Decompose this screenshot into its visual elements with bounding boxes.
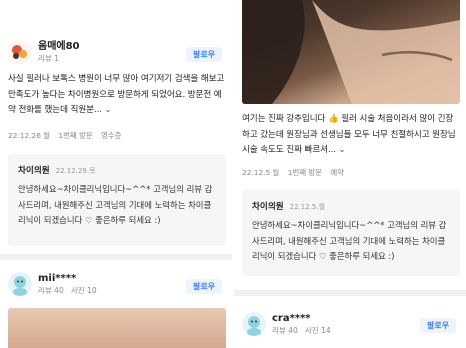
reviewer-name[interactable]: cra****: [272, 313, 331, 325]
reply-date: 22.12.5.월: [289, 203, 326, 211]
owner-reply: 차이의원 22.12.5.월 안녕하세요~차이클리닉입니다~^^* 고객님의 리…: [242, 190, 460, 276]
reviewer-stats: 리뷰 1: [38, 53, 59, 63]
reply-author: 차이의원: [18, 166, 50, 176]
photo-count: 사진 10: [70, 285, 97, 295]
avatar[interactable]: [8, 272, 32, 296]
review-body: 사실 필러나 보톡스 병원이 너무 많아 여기저기 검색을 해보고 만족도가 높…: [8, 74, 225, 115]
section-divider: [0, 254, 232, 260]
photo-shading: [242, 0, 460, 104]
receipt-badge: 영수증: [101, 131, 122, 140]
review-body: 여기는 진짜 강추입니다 👍 필러 시술 처음이라서 많이 긴장하고 갔는데 원…: [242, 114, 456, 155]
reviewer-stats: 리뷰 40 사진 14: [272, 325, 331, 336]
reply-date: 22.12.29.목: [55, 167, 96, 175]
review-date: 22.12.26 월: [8, 131, 51, 140]
chevron-down-icon[interactable]: ⌄: [105, 105, 112, 115]
section-divider: [234, 290, 466, 296]
right-review-column: 여기는 진짜 강추입니다 👍 필러 시술 처음이라서 많이 긴장하고 갔는데 원…: [234, 0, 466, 348]
reviewer-profile[interactable]: 음매에80 리뷰 1: [8, 40, 80, 64]
owner-reply: 차이의원 22.12.29.목 안녕하세요~차이클리닉입니다~^^* 고객님의 …: [8, 154, 226, 246]
reply-author: 차이의원: [252, 202, 284, 212]
chevron-down-icon[interactable]: ⌄: [339, 145, 346, 155]
follow-button[interactable]: 팔로우: [186, 47, 223, 62]
review-count: 리뷰 40: [38, 285, 64, 295]
review-text[interactable]: 여기는 진짜 강추입니다 👍 필러 시술 처음이라서 많이 긴장하고 갔는데 원…: [242, 112, 460, 160]
avatar[interactable]: [242, 312, 266, 336]
avatar[interactable]: [8, 40, 32, 64]
review-count: 리뷰 40: [272, 325, 298, 335]
photo-count: 사진 14: [304, 325, 331, 335]
reviewer-profile[interactable]: mii**** 리뷰 40 사진 10: [8, 272, 97, 296]
review-photo[interactable]: [242, 0, 460, 104]
visit-count: 1번째 방문: [287, 168, 322, 177]
visit-count: 1번째 방문: [58, 131, 93, 140]
follow-button[interactable]: 팔로우: [186, 279, 223, 294]
reservation-badge: 예약: [330, 168, 344, 177]
reviewer-name[interactable]: 음매에80: [38, 41, 80, 53]
review-text[interactable]: 사실 필러나 보톡스 병원이 너무 많아 여기저기 검색을 해보고 만족도가 높…: [8, 72, 226, 120]
reply-text: 안녕하세요~차이클리닉입니다~^^* 고객님의 리뷰 감사드리며, 내원해주신 …: [252, 220, 447, 261]
reviewer-name[interactable]: mii****: [38, 273, 97, 285]
reviewer-profile[interactable]: cra**** 리뷰 40 사진 14: [242, 312, 331, 336]
follow-button[interactable]: 팔로우: [420, 318, 457, 333]
review-meta: 22.12.5 월 1번째 방문 예약: [242, 167, 350, 178]
review-date: 22.12.5 월: [242, 168, 280, 177]
review-photo[interactable]: [8, 308, 226, 348]
review-meta: 22.12.26 월 1번째 방문 영수증: [8, 130, 127, 141]
reviewer-stats: 리뷰 40 사진 10: [38, 285, 97, 296]
reply-text: 안녕하세요~차이클리닉입니다~^^* 고객님의 리뷰 감사드리며, 내원해주신 …: [18, 184, 213, 225]
left-review-column: 음매에80 리뷰 1 팔로우 사실 필러나 보톡스 병원이 너무 많아 여기저기…: [0, 0, 232, 348]
